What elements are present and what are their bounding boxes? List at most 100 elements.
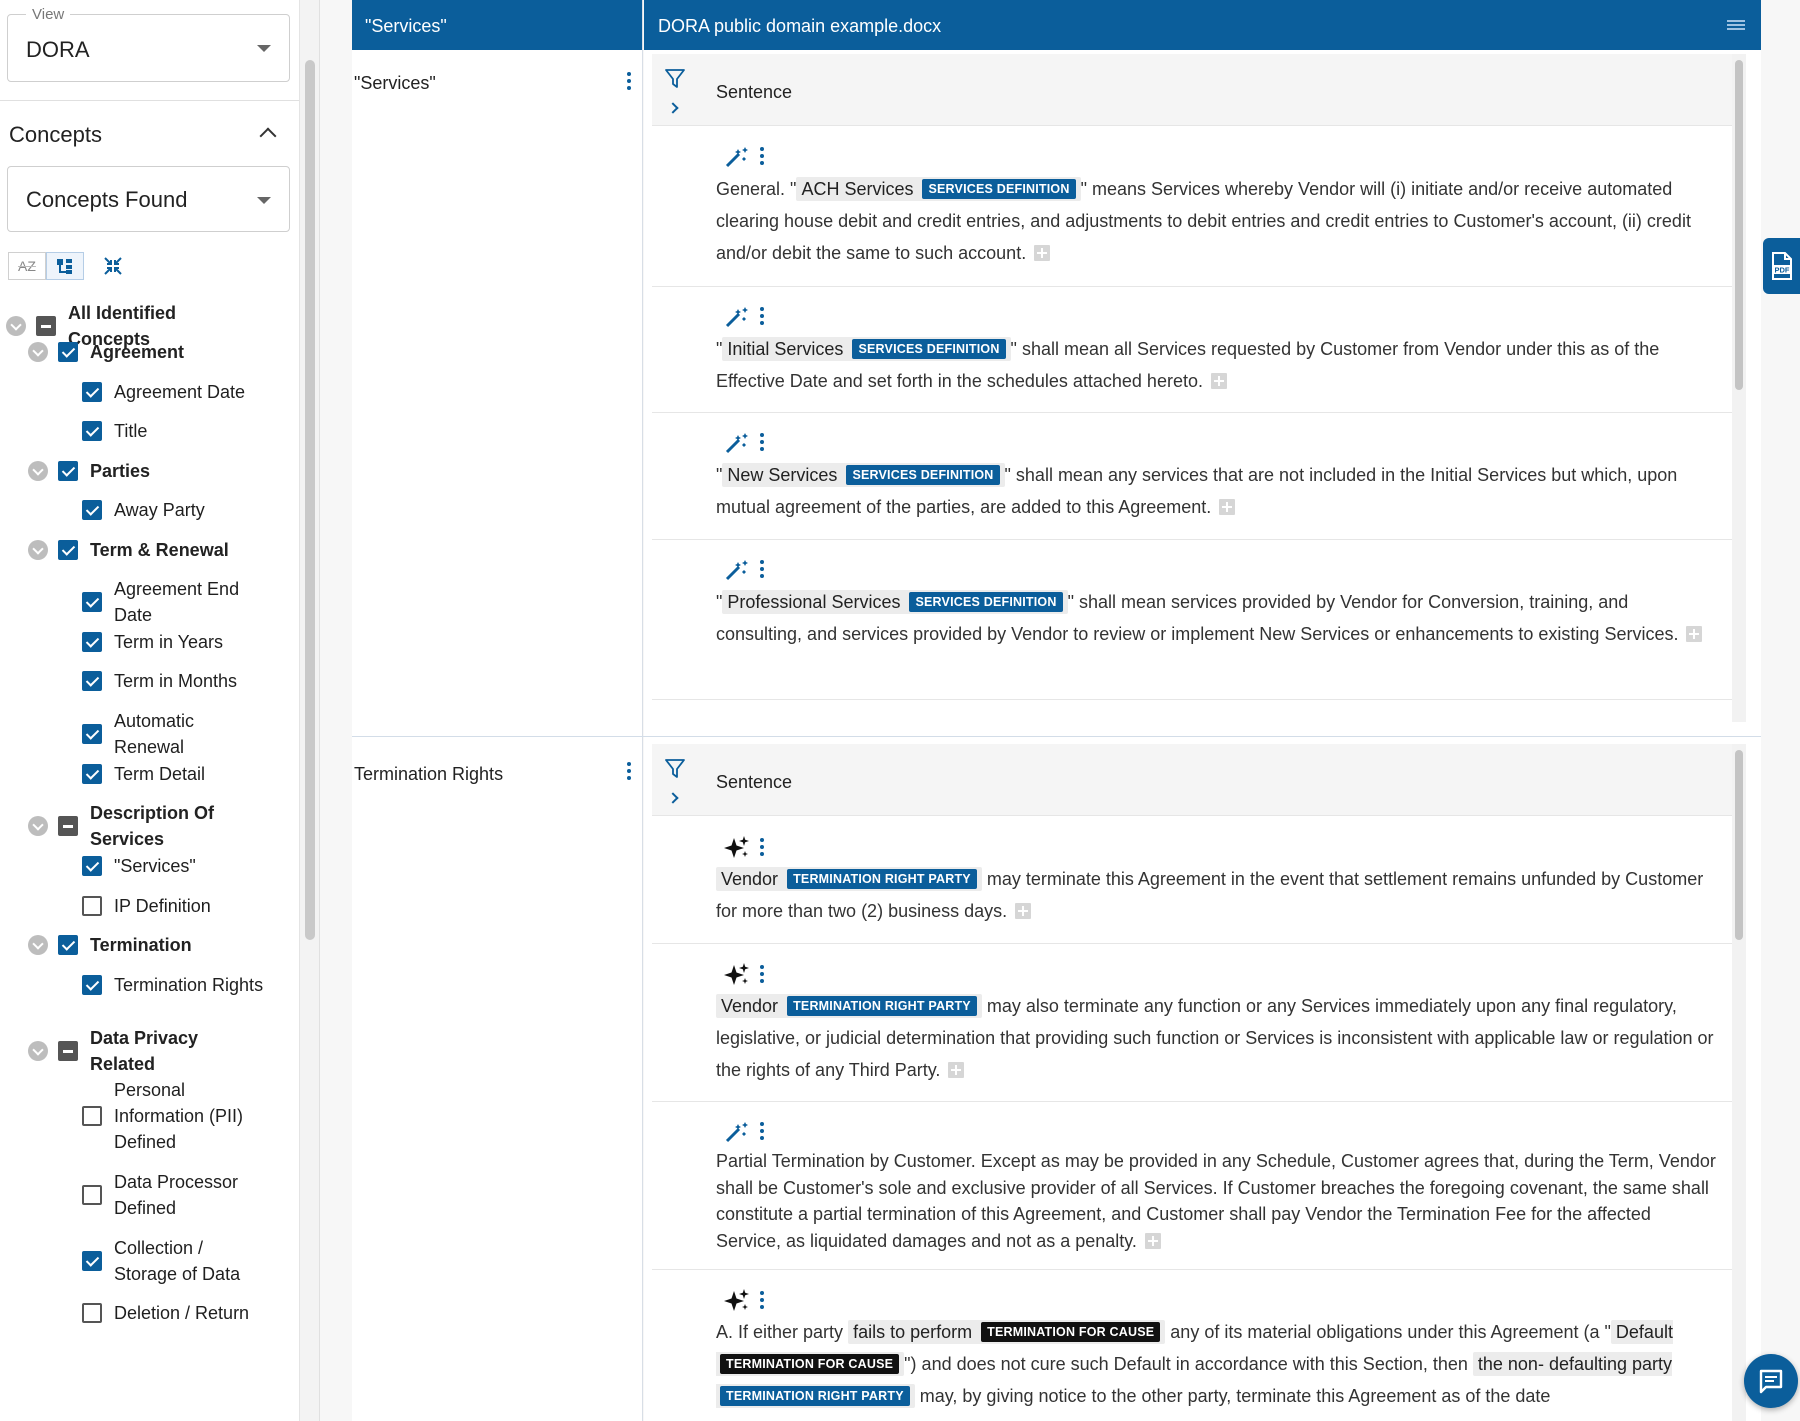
concept-checkbox[interactable]: [82, 724, 102, 744]
tree-node-label[interactable]: Data Processor Defined: [114, 1169, 264, 1221]
tree-node-label[interactable]: Termination Rights: [114, 972, 264, 998]
concept-tag[interactable]: TERMINATION RIGHT PARTY: [720, 1386, 910, 1406]
sentence-text[interactable]: Vendor TERMINATION RIGHT PARTY may also …: [716, 990, 1716, 1086]
tree-node[interactable]: Term & Renewal: [28, 537, 250, 563]
sentence-panel-scrollbar-thumb[interactable]: [1735, 60, 1743, 390]
concept-tag[interactable]: SERVICES DEFINITION: [846, 465, 1000, 485]
sentence-text[interactable]: Partial Termination by Customer. Except …: [716, 1148, 1716, 1254]
tree-node-label[interactable]: Data Privacy Related: [90, 1025, 250, 1077]
sentence-panel-scrollbar-thumb[interactable]: [1735, 750, 1743, 940]
highlighted-term[interactable]: New Services SERVICES DEFINITION: [722, 463, 1005, 487]
concept-checkbox[interactable]: [58, 935, 78, 955]
hierarchy-view-button[interactable]: [46, 252, 84, 280]
sentence-text[interactable]: General. " ACH Services SERVICES DEFINITI…: [716, 173, 1716, 269]
chevron-right-icon[interactable]: [667, 792, 679, 804]
tree-node-label[interactable]: Title: [114, 418, 264, 444]
tree-node-label[interactable]: Parties: [90, 458, 250, 484]
tree-node[interactable]: Termination: [28, 932, 250, 958]
concept-checkbox[interactable]: [58, 816, 78, 836]
highlighted-term[interactable]: Vendor TERMINATION RIGHT PARTY: [716, 994, 982, 1018]
ai-sparkle-icon[interactable]: [724, 1288, 750, 1314]
tree-node[interactable]: Title: [82, 418, 264, 444]
kebab-menu-icon[interactable]: [760, 306, 764, 328]
tree-node-label[interactable]: Term & Renewal: [90, 537, 250, 563]
expand-toggle-icon[interactable]: [6, 316, 26, 336]
tree-node-label[interactable]: Agreement: [90, 339, 250, 365]
tree-node-label[interactable]: Term in Months: [114, 668, 264, 694]
concept-checkbox[interactable]: [82, 421, 102, 441]
concept-checkbox[interactable]: [82, 671, 102, 691]
expand-toggle-icon[interactable]: [28, 935, 48, 955]
tree-node[interactable]: Termination Rights: [82, 972, 264, 998]
tree-node[interactable]: IP Definition: [82, 893, 264, 919]
filter-icon[interactable]: [664, 758, 686, 780]
ai-sparkle-icon[interactable]: [724, 962, 750, 988]
highlighted-term[interactable]: Professional Services SERVICES DEFINITIO…: [722, 590, 1068, 614]
tree-node[interactable]: Deletion / Return: [82, 1300, 264, 1326]
chevron-right-icon[interactable]: [667, 102, 679, 114]
expand-plus-icon[interactable]: [1210, 373, 1227, 389]
concepts-filter-select[interactable]: Concepts Found: [7, 166, 290, 232]
sentence-panel-scrollbar[interactable]: [1732, 54, 1746, 722]
expand-toggle-icon[interactable]: [28, 816, 48, 836]
magic-wand-icon[interactable]: [724, 558, 750, 582]
kebab-menu-icon[interactable]: [760, 1290, 764, 1312]
concept-checkbox[interactable]: [82, 856, 102, 876]
highlighted-term[interactable]: Initial Services SERVICES DEFINITION: [722, 337, 1011, 361]
magic-wand-icon[interactable]: [724, 145, 750, 169]
tree-node[interactable]: Personal Information (PII) Defined: [82, 1077, 264, 1155]
tree-node[interactable]: Term in Months: [82, 668, 264, 694]
tree-node-label[interactable]: Term in Years: [114, 629, 264, 655]
concept-tag[interactable]: TERMINATION RIGHT PARTY: [787, 996, 977, 1016]
expand-toggle-icon[interactable]: [28, 342, 48, 362]
tree-node-label[interactable]: Agreement End Date: [114, 576, 264, 628]
chat-button[interactable]: [1744, 1354, 1798, 1408]
tree-node[interactable]: Automatic Renewal: [82, 708, 264, 760]
concept-tag[interactable]: SERVICES DEFINITION: [909, 592, 1063, 612]
concept-tag[interactable]: TERMINATION FOR CAUSE: [720, 1354, 900, 1374]
concept-tag[interactable]: TERMINATION RIGHT PARTY: [787, 869, 977, 889]
kebab-menu-icon[interactable]: [760, 837, 764, 859]
tree-node[interactable]: Data Privacy Related: [28, 1025, 250, 1077]
tree-node[interactable]: Parties: [28, 458, 250, 484]
tree-node-label[interactable]: Agreement Date: [114, 379, 264, 405]
concept-checkbox[interactable]: [82, 500, 102, 520]
expand-toggle-icon[interactable]: [28, 1041, 48, 1061]
tree-node[interactable]: Term in Years: [82, 629, 264, 655]
concept-checkbox[interactable]: [58, 1041, 78, 1061]
tree-node-label[interactable]: Description Of Services: [90, 800, 250, 852]
magic-wand-icon[interactable]: [724, 431, 750, 455]
magic-wand-icon[interactable]: [724, 305, 750, 329]
sentence-text[interactable]: A. If either party fails to perform TERM…: [716, 1316, 1716, 1412]
highlighted-term[interactable]: ACH Services SERVICES DEFINITION: [796, 177, 1081, 201]
concept-checkbox[interactable]: [36, 316, 56, 336]
filter-icon[interactable]: [664, 68, 686, 90]
tree-node-label[interactable]: "Services": [114, 853, 264, 879]
tree-node[interactable]: Term Detail: [82, 761, 264, 787]
tree-node[interactable]: Agreement End Date: [82, 576, 264, 628]
tree-node-label[interactable]: Personal Information (PII) Defined: [114, 1077, 264, 1155]
pdf-button[interactable]: PDF: [1763, 238, 1800, 294]
view-select[interactable]: View DORA: [7, 6, 290, 82]
tree-node-label[interactable]: Away Party: [114, 497, 264, 523]
expand-plus-icon[interactable]: [1015, 903, 1032, 919]
sentence-text[interactable]: " Initial Services SERVICES DEFINITION " s…: [716, 333, 1716, 397]
kebab-menu-icon[interactable]: [760, 1121, 764, 1143]
kebab-menu-icon[interactable]: [760, 146, 764, 168]
tree-node-label[interactable]: Automatic Renewal: [114, 708, 264, 760]
expand-toggle-icon[interactable]: [28, 540, 48, 560]
concept-checkbox[interactable]: [82, 1185, 102, 1205]
collapse-all-button[interactable]: [94, 252, 132, 280]
expand-plus-icon[interactable]: [1034, 245, 1051, 261]
tree-node-label[interactable]: IP Definition: [114, 893, 264, 919]
concept-checkbox[interactable]: [82, 1251, 102, 1271]
highlighted-term[interactable]: fails to perform TERMINATION FOR CAUSE: [848, 1320, 1166, 1344]
expand-plus-icon[interactable]: [1686, 626, 1703, 642]
concept-checkbox[interactable]: [58, 461, 78, 481]
ai-sparkle-icon[interactable]: [724, 835, 750, 861]
expand-toggle-icon[interactable]: [28, 461, 48, 481]
concept-tag[interactable]: SERVICES DEFINITION: [852, 339, 1006, 359]
sentence-text[interactable]: " Professional Services SERVICES DEFINITI…: [716, 586, 1716, 650]
concept-checkbox[interactable]: [82, 1303, 102, 1323]
tree-node[interactable]: Data Processor Defined: [82, 1169, 264, 1221]
